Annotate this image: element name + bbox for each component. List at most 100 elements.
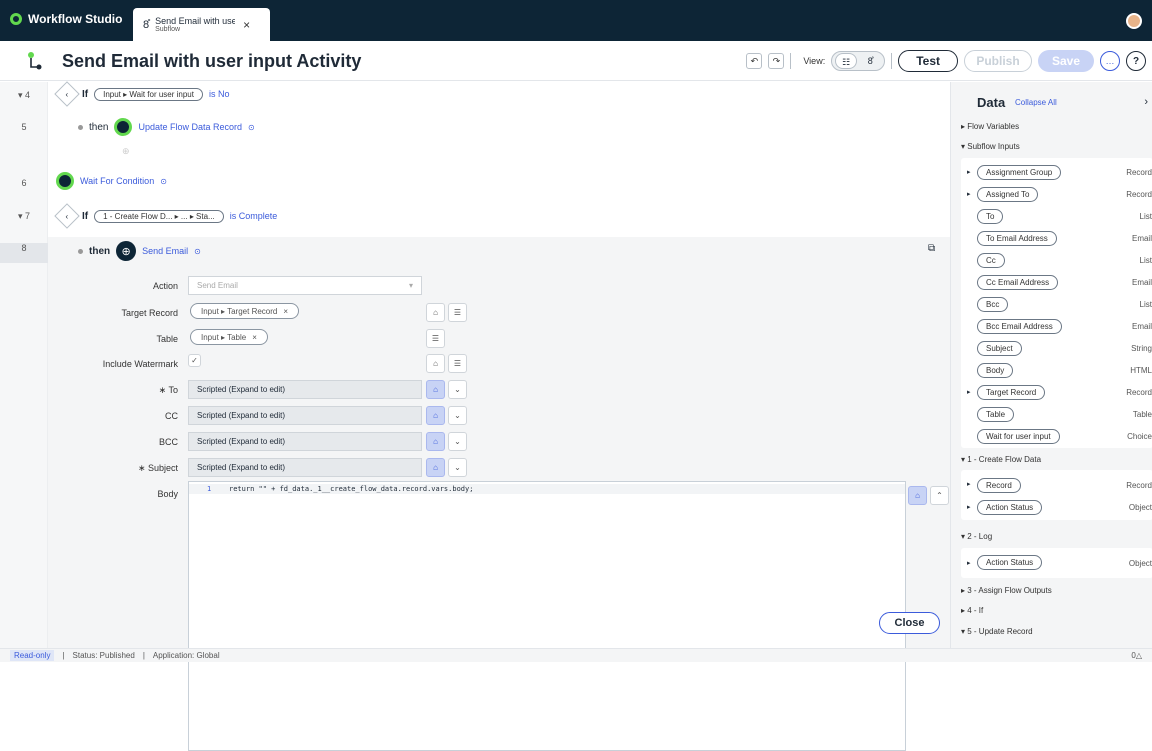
data-pill[interactable]: Cc	[977, 253, 1005, 268]
data-pill[interactable]: To Email Address	[977, 231, 1057, 246]
data-pill-picker-icon[interactable]: ☰	[448, 354, 467, 373]
subject-field[interactable]: Scripted (Expand to edit)	[188, 458, 422, 477]
list-view-icon[interactable]: ☷	[835, 53, 858, 69]
close-icon[interactable]: ×	[243, 18, 250, 32]
to-field[interactable]: Scripted (Expand to edit)	[188, 380, 422, 399]
section-update-record[interactable]: ▾ 5 - Update Record	[961, 627, 1033, 636]
section-log[interactable]: ▾ 2 - Log	[961, 532, 992, 541]
save-button[interactable]: Save	[1038, 50, 1094, 72]
help-circle-icon[interactable]: ⊙	[248, 123, 255, 132]
data-pill[interactable]: Bcc	[977, 297, 1009, 312]
data-pill-action-status[interactable]: Action Status	[977, 555, 1043, 570]
flow-step-if-4[interactable]: ‹ If Input ▸ Wait for user input is No	[54, 81, 230, 107]
divider	[891, 53, 893, 69]
expand-arrow-icon[interactable]: ▸	[967, 168, 971, 176]
open-external-icon[interactable]: ⧉	[928, 243, 935, 254]
notification-icon[interactable]: 0△	[1131, 651, 1142, 660]
chevron-down-icon[interactable]: ⌄	[448, 458, 467, 477]
section-create-flow-data[interactable]: ▾ 1 - Create Flow Data	[961, 455, 1041, 464]
divider: |	[142, 651, 145, 660]
section-if[interactable]: ▸ 4 - If	[961, 606, 983, 615]
table-pill[interactable]: Input ▸ Table ×	[190, 329, 268, 345]
data-pill[interactable]: Bcc Email Address	[977, 319, 1062, 334]
redo-icon[interactable]: ↷	[768, 53, 785, 69]
script-toggle-icon[interactable]: ⌂	[426, 432, 445, 451]
help-circle-icon[interactable]: ⊙	[160, 177, 167, 186]
diagram-view-icon[interactable]: 8̊	[859, 53, 881, 69]
data-pill[interactable]: Table	[977, 407, 1015, 422]
flow-step-wait-6[interactable]: Wait For Condition ⊙	[56, 172, 167, 190]
body-script-editor[interactable]: 1 return "" + fd_data._1__create_flow_da…	[188, 481, 906, 751]
publish-button[interactable]: Publish	[964, 50, 1032, 72]
data-pill[interactable]: Assignment Group	[977, 165, 1062, 180]
action-link[interactable]: Wait For Condition	[80, 176, 154, 186]
script-toggle-icon[interactable]: ⌂	[426, 406, 445, 425]
expand-arrow-icon[interactable]: ▸	[967, 190, 971, 198]
data-pill-picker-icon[interactable]: ☰	[448, 303, 467, 322]
chevron-down-icon[interactable]: ⌄	[448, 432, 467, 451]
action-link[interactable]: Update Flow Data Record	[138, 122, 242, 132]
bcc-field[interactable]: Scripted (Expand to edit)	[188, 432, 422, 451]
chevron-down-icon[interactable]: ⌄	[448, 406, 467, 425]
data-pill[interactable]: Target Record	[977, 385, 1046, 400]
chevron-down-icon[interactable]: ⌄	[448, 380, 467, 399]
data-pill-picker-icon[interactable]: ☰	[426, 329, 445, 348]
chevron-right-icon[interactable]: ›	[1144, 96, 1148, 108]
then-keyword: then	[89, 121, 109, 133]
script-toggle-icon[interactable]: ⌂	[908, 486, 927, 505]
top-bar: Workflow Studio 8̊ Send Email with user …	[0, 0, 1152, 41]
avatar[interactable]	[1126, 13, 1142, 29]
help-circle-icon[interactable]: ⊙	[194, 247, 201, 256]
expand-arrow-icon[interactable]: ▸	[967, 388, 971, 396]
tab-workflow-studio[interactable]: Workflow Studio	[10, 12, 122, 26]
condition-pill[interactable]: Input ▸ Wait for user input	[94, 87, 203, 101]
collapse-all-link[interactable]: Collapse All	[1015, 98, 1057, 107]
code-text[interactable]: return "" + fd_data._1__create_flow_data…	[229, 485, 473, 493]
expand-arrow-icon[interactable]: ▸	[967, 480, 971, 488]
add-step-icon[interactable]: ⊕	[122, 146, 130, 157]
expand-arrow-icon[interactable]: ▸	[967, 559, 971, 567]
condition-operator[interactable]: is Complete	[230, 211, 278, 221]
view-label: View:	[803, 56, 826, 66]
test-button[interactable]: Test	[898, 50, 958, 72]
condition-pill[interactable]: 1 - Create Flow D... ▸ ... ▸ Sta...	[94, 209, 224, 223]
tab-subflow[interactable]: 8̊ Send Email with user input Activity S…	[133, 8, 270, 41]
line-number-4[interactable]: ▾ 4	[0, 90, 48, 101]
data-pill[interactable]: Subject	[977, 341, 1022, 356]
chevron-up-icon[interactable]: ⌃	[930, 486, 949, 505]
close-button[interactable]: Close	[879, 612, 940, 634]
data-pill[interactable]: To	[977, 209, 1004, 224]
data-pill[interactable]: Body	[977, 363, 1014, 378]
data-pill[interactable]: Cc Email Address	[977, 275, 1059, 290]
cc-field[interactable]: Scripted (Expand to edit)	[188, 406, 422, 425]
data-pill[interactable]: Wait for user input	[977, 429, 1060, 444]
globe-icon: ⊕	[116, 241, 137, 261]
section-assign-flow-outputs[interactable]: ▸ 3 - Assign Flow Outputs	[961, 586, 1052, 595]
data-pill-action-status[interactable]: Action Status	[977, 500, 1043, 515]
data-pill-record[interactable]: Record	[977, 478, 1021, 493]
flow-step-then-5[interactable]: then Update Flow Data Record ⊙	[78, 118, 255, 136]
undo-icon[interactable]: ↶	[746, 53, 763, 69]
view-toggle[interactable]: ☷ 8̊	[831, 51, 886, 71]
help-button[interactable]: ?	[1126, 51, 1146, 71]
script-toggle-icon[interactable]: ⌂	[426, 458, 445, 477]
watermark-checkbox[interactable]: ✓	[188, 354, 201, 367]
flow-step-then-8[interactable]: then ⊕ Send Email ⊙	[78, 241, 201, 261]
section-subflow-inputs[interactable]: ▾ Subflow Inputs	[961, 142, 1020, 151]
target-record-pill[interactable]: Input ▸ Target Record ×	[190, 303, 300, 319]
section-flow-variables[interactable]: ▸ Flow Variables	[961, 122, 1019, 131]
flow-step-if-7[interactable]: ‹ If 1 - Create Flow D... ▸ ... ▸ Sta...…	[54, 203, 278, 229]
bcc-label: BCC	[158, 437, 178, 447]
expand-arrow-icon[interactable]: ▸	[967, 503, 971, 511]
script-toggle-icon[interactable]: ⌂	[426, 354, 445, 373]
script-toggle-icon[interactable]: ⌂	[426, 380, 445, 399]
data-pill[interactable]: Assigned To	[977, 187, 1039, 202]
script-toggle-icon[interactable]: ⌂	[426, 303, 445, 322]
if-diamond-icon: ‹	[54, 203, 80, 229]
action-select[interactable]: Send Email ▾	[188, 276, 422, 295]
data-type: Record	[1126, 168, 1152, 177]
action-link[interactable]: Send Email	[142, 246, 188, 256]
more-options-button[interactable]: …	[1100, 51, 1120, 71]
condition-operator[interactable]: is No	[209, 89, 230, 99]
line-number-7[interactable]: ▾ 7	[0, 211, 48, 222]
